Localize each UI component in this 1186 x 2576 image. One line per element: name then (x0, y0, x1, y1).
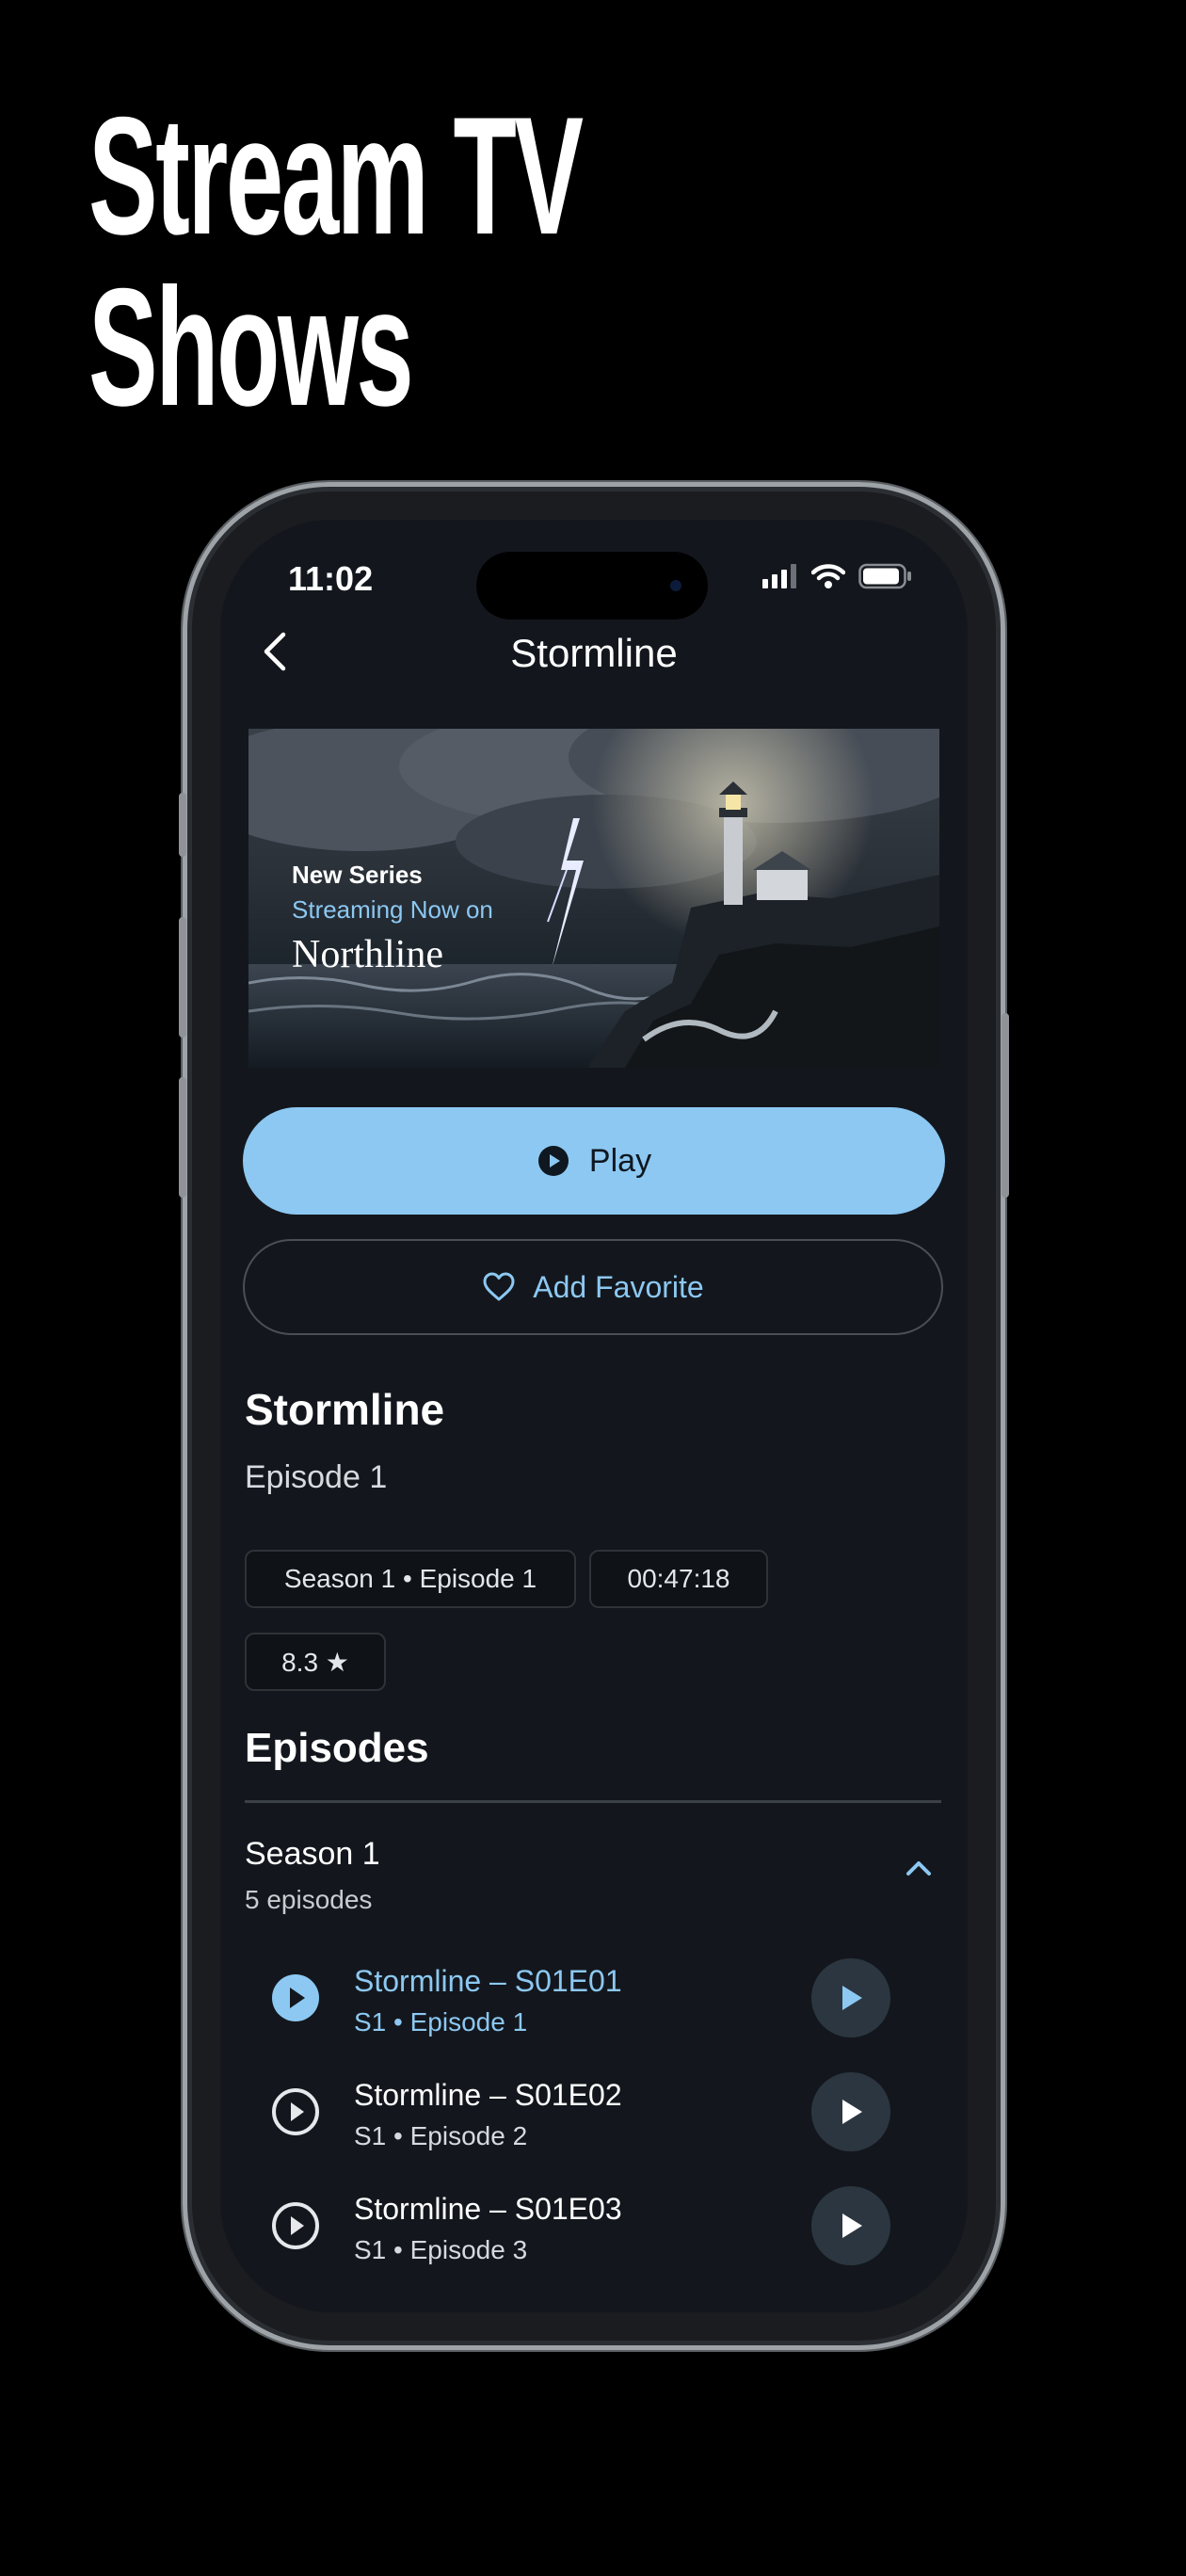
play-circle-outline-icon (272, 2088, 319, 2135)
cellular-signal-icon (762, 564, 796, 588)
add-favorite-label: Add Favorite (533, 1269, 704, 1304)
rating-chip: 8.3 ★ (245, 1633, 386, 1691)
play-button-label: Play (588, 1142, 652, 1179)
nav-title: Stormline (510, 631, 678, 675)
duration-chip: 00:47:18 (589, 1550, 768, 1608)
wifi-icon (811, 564, 845, 588)
chevron-up-icon (906, 1861, 931, 1876)
hero-label-new-series: New Series (292, 861, 423, 889)
power-button (1002, 1013, 1009, 1198)
season-collapse-toggle[interactable] (898, 1847, 939, 1889)
phone-frame: 11:02 Stormline New Series Streaming Now… (179, 482, 1009, 2350)
episode-play-button[interactable] (811, 1958, 890, 2037)
episode-subtitle: S1 • Episode 2 (354, 2121, 528, 2150)
volume-up-button (179, 917, 186, 1038)
play-circle-filled-icon (272, 1974, 319, 2021)
episode-subtitle: S1 • Episode 1 (354, 2007, 528, 2037)
mute-switch (179, 793, 186, 857)
camera-icon (670, 580, 681, 591)
play-circle-outline-icon (272, 2202, 319, 2249)
play-circle-icon (537, 1146, 569, 1176)
episode-title: Stormline – S01E01 (354, 1964, 622, 1998)
promo-headline-line-1: Stream TV (88, 82, 584, 269)
play-icon (842, 2100, 862, 2124)
battery-icon (858, 563, 911, 589)
episode-title: Stormline – S01E03 (354, 2192, 622, 2226)
volume-down-button (179, 1077, 186, 1198)
episode-row-3[interactable]: Stormline – S01E03 S1 • Episode 3 (220, 2181, 968, 2275)
hero-banner[interactable]: New Series Streaming Now on Northline (248, 729, 939, 1068)
app-screen: 11:02 Stormline New Series Streaming Now… (220, 520, 968, 2312)
status-icons (762, 563, 913, 589)
promo-headline-line-2: Shows (88, 253, 414, 441)
season-episode-count: 5 episodes (245, 1885, 373, 1914)
heart-icon (483, 1272, 515, 1301)
show-episode-label: Episode 1 (245, 1459, 388, 1495)
episode-play-button[interactable] (811, 2186, 890, 2265)
episode-play-button[interactable] (811, 2072, 890, 2151)
dynamic-island (476, 552, 708, 620)
play-icon (842, 2214, 862, 2238)
hero-text: New Series Streaming Now on Northline (292, 861, 493, 977)
episodes-heading: Episodes (245, 1725, 429, 1771)
episode-row-2[interactable]: Stormline – S01E02 S1 • Episode 2 (220, 2067, 968, 2161)
episode-subtitle: S1 • Episode 3 (354, 2235, 528, 2264)
add-favorite-button[interactable]: Add Favorite (243, 1239, 943, 1335)
show-title: Stormline (245, 1385, 445, 1434)
episode-row-1[interactable]: Stormline – S01E01 S1 • Episode 1 (220, 1953, 968, 2047)
promo-headline: Stream TV Shows (88, 90, 614, 433)
status-time: 11:02 (288, 559, 374, 598)
hero-label-streaming: Streaming Now on (292, 895, 493, 924)
play-button[interactable]: Play (243, 1107, 945, 1215)
season-episode-chip: Season 1 • Episode 1 (245, 1550, 576, 1608)
season-title[interactable]: Season 1 (245, 1836, 380, 1873)
hero-brand-name: Northline (292, 933, 443, 976)
episodes-divider (245, 1800, 941, 1803)
play-icon (842, 1986, 862, 2010)
episode-title: Stormline – S01E02 (354, 2078, 622, 2112)
